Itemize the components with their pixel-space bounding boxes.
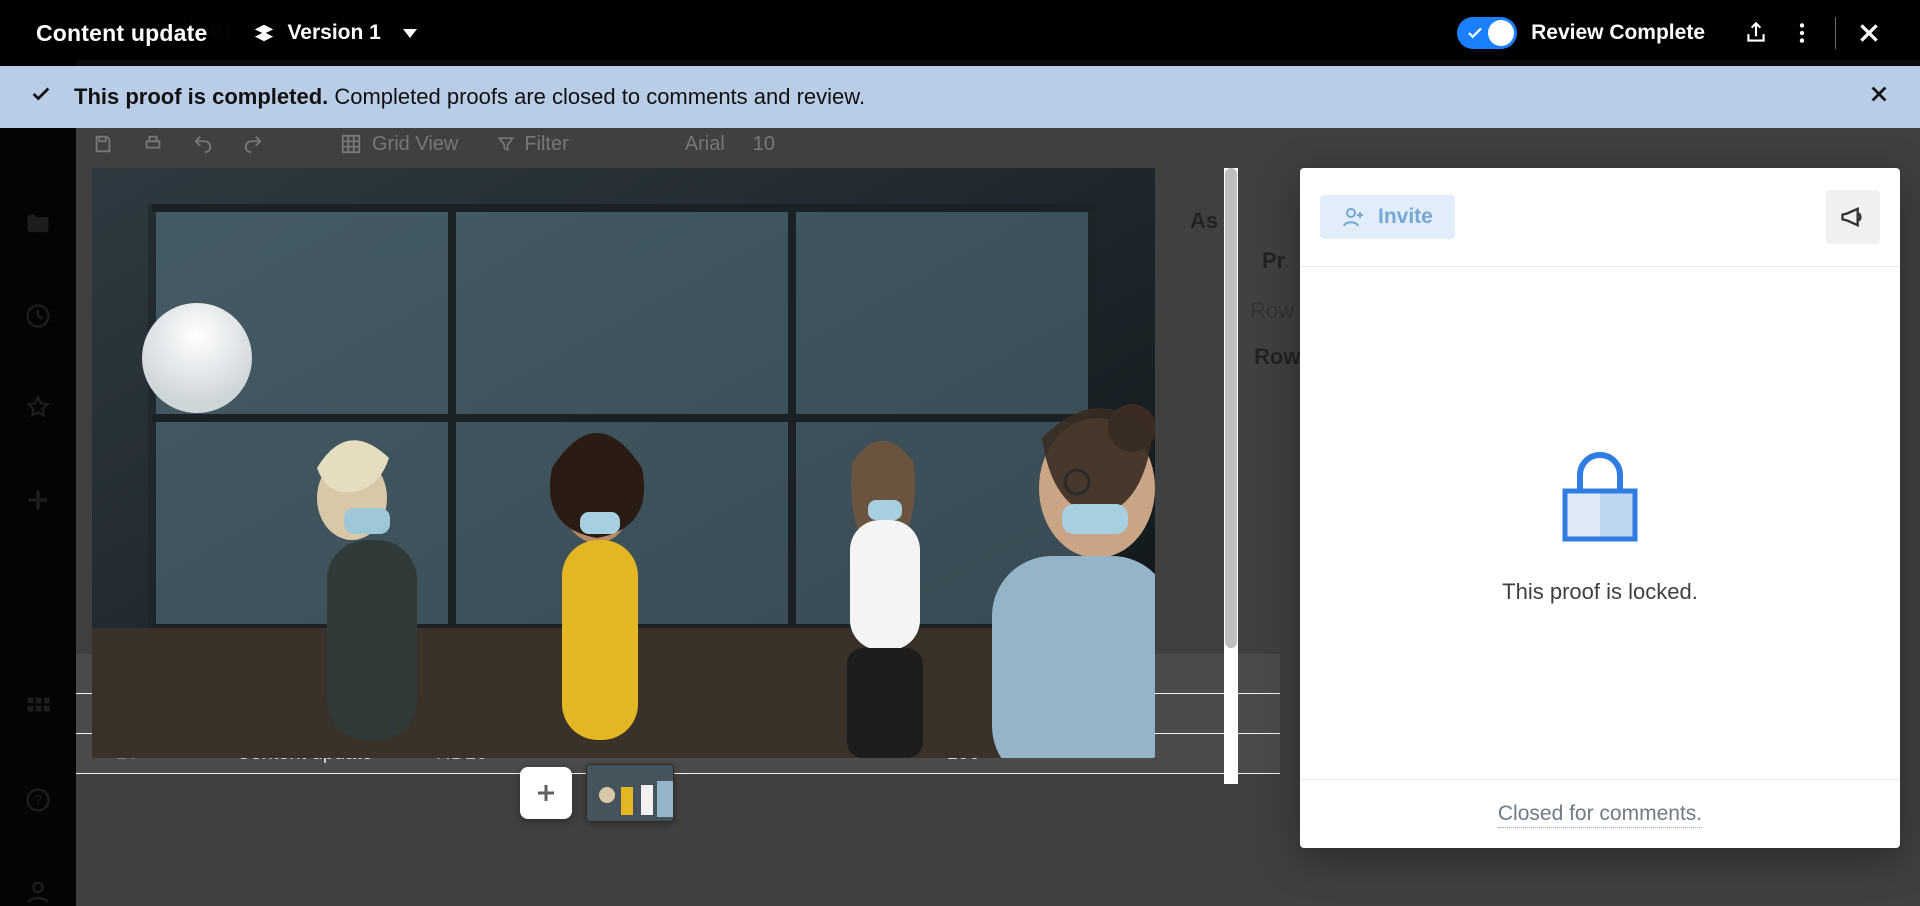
column-peek-assigned: As — [1190, 208, 1218, 234]
check-icon — [30, 83, 52, 111]
save-icon — [92, 133, 114, 155]
proof-image-viewer[interactable] — [92, 168, 1155, 758]
grid-icon — [340, 133, 362, 155]
proof-title: Content update — [36, 20, 207, 47]
scrollbar-thumb[interactable] — [1225, 168, 1237, 648]
announce-button[interactable] — [1826, 190, 1880, 244]
dismiss-banner-button[interactable] — [1868, 83, 1890, 111]
completion-banner: This proof is completed. Completed proof… — [0, 66, 1920, 128]
row-peek: Row — [1250, 298, 1294, 324]
filter-label: Filter — [524, 133, 568, 156]
toggle-pill — [1457, 17, 1517, 49]
divider — [1835, 17, 1836, 49]
view-label: Grid View — [372, 133, 458, 156]
banner-text: Completed proofs are closed to comments … — [328, 84, 865, 109]
undo-icon — [192, 133, 214, 155]
closed-for-comments-link: Closed for comments. — [1498, 802, 1702, 828]
comments-panel: Invite This proof is locked. — [1300, 168, 1900, 848]
close-overlay-button[interactable] — [1846, 10, 1892, 56]
kebab-menu-button[interactable] — [1779, 10, 1825, 56]
check-icon — [1466, 24, 1484, 42]
filter-icon — [496, 134, 516, 154]
background-toolbar: Grid View Filter Arial 10 — [92, 122, 1884, 166]
redo-icon — [242, 133, 264, 155]
invite-button: Invite — [1320, 195, 1455, 239]
locked-text: This proof is locked. — [1502, 579, 1698, 605]
version-picker[interactable]: Version 1 — [253, 21, 416, 45]
megaphone-icon — [1839, 203, 1867, 231]
version-label: Version 1 — [287, 21, 380, 45]
user-plus-icon — [1342, 205, 1366, 229]
proof-image — [92, 168, 1155, 758]
stack-icon — [253, 22, 275, 44]
column-peek-pr: Pr — [1262, 248, 1285, 274]
row-peek: Row — [1254, 344, 1300, 370]
add-version-button[interactable] — [520, 767, 572, 819]
vertical-scrollbar[interactable] — [1224, 168, 1238, 784]
review-complete-label: Review Complete — [1531, 21, 1705, 45]
invite-label: Invite — [1378, 205, 1433, 229]
banner-bold: This proof is completed. — [74, 84, 328, 109]
thumbnail-strip — [520, 764, 674, 822]
proof-header: Content update Version 1 Review Complete — [0, 0, 1920, 66]
font-label: Arial — [685, 133, 725, 156]
review-complete-toggle[interactable]: Review Complete — [1457, 17, 1705, 49]
version-thumbnail[interactable] — [586, 764, 674, 822]
lock-icon — [1545, 441, 1655, 551]
print-icon — [142, 133, 164, 155]
share-button[interactable] — [1733, 10, 1779, 56]
caret-down-icon — [403, 29, 417, 38]
font-size-label: 10 — [753, 133, 775, 156]
